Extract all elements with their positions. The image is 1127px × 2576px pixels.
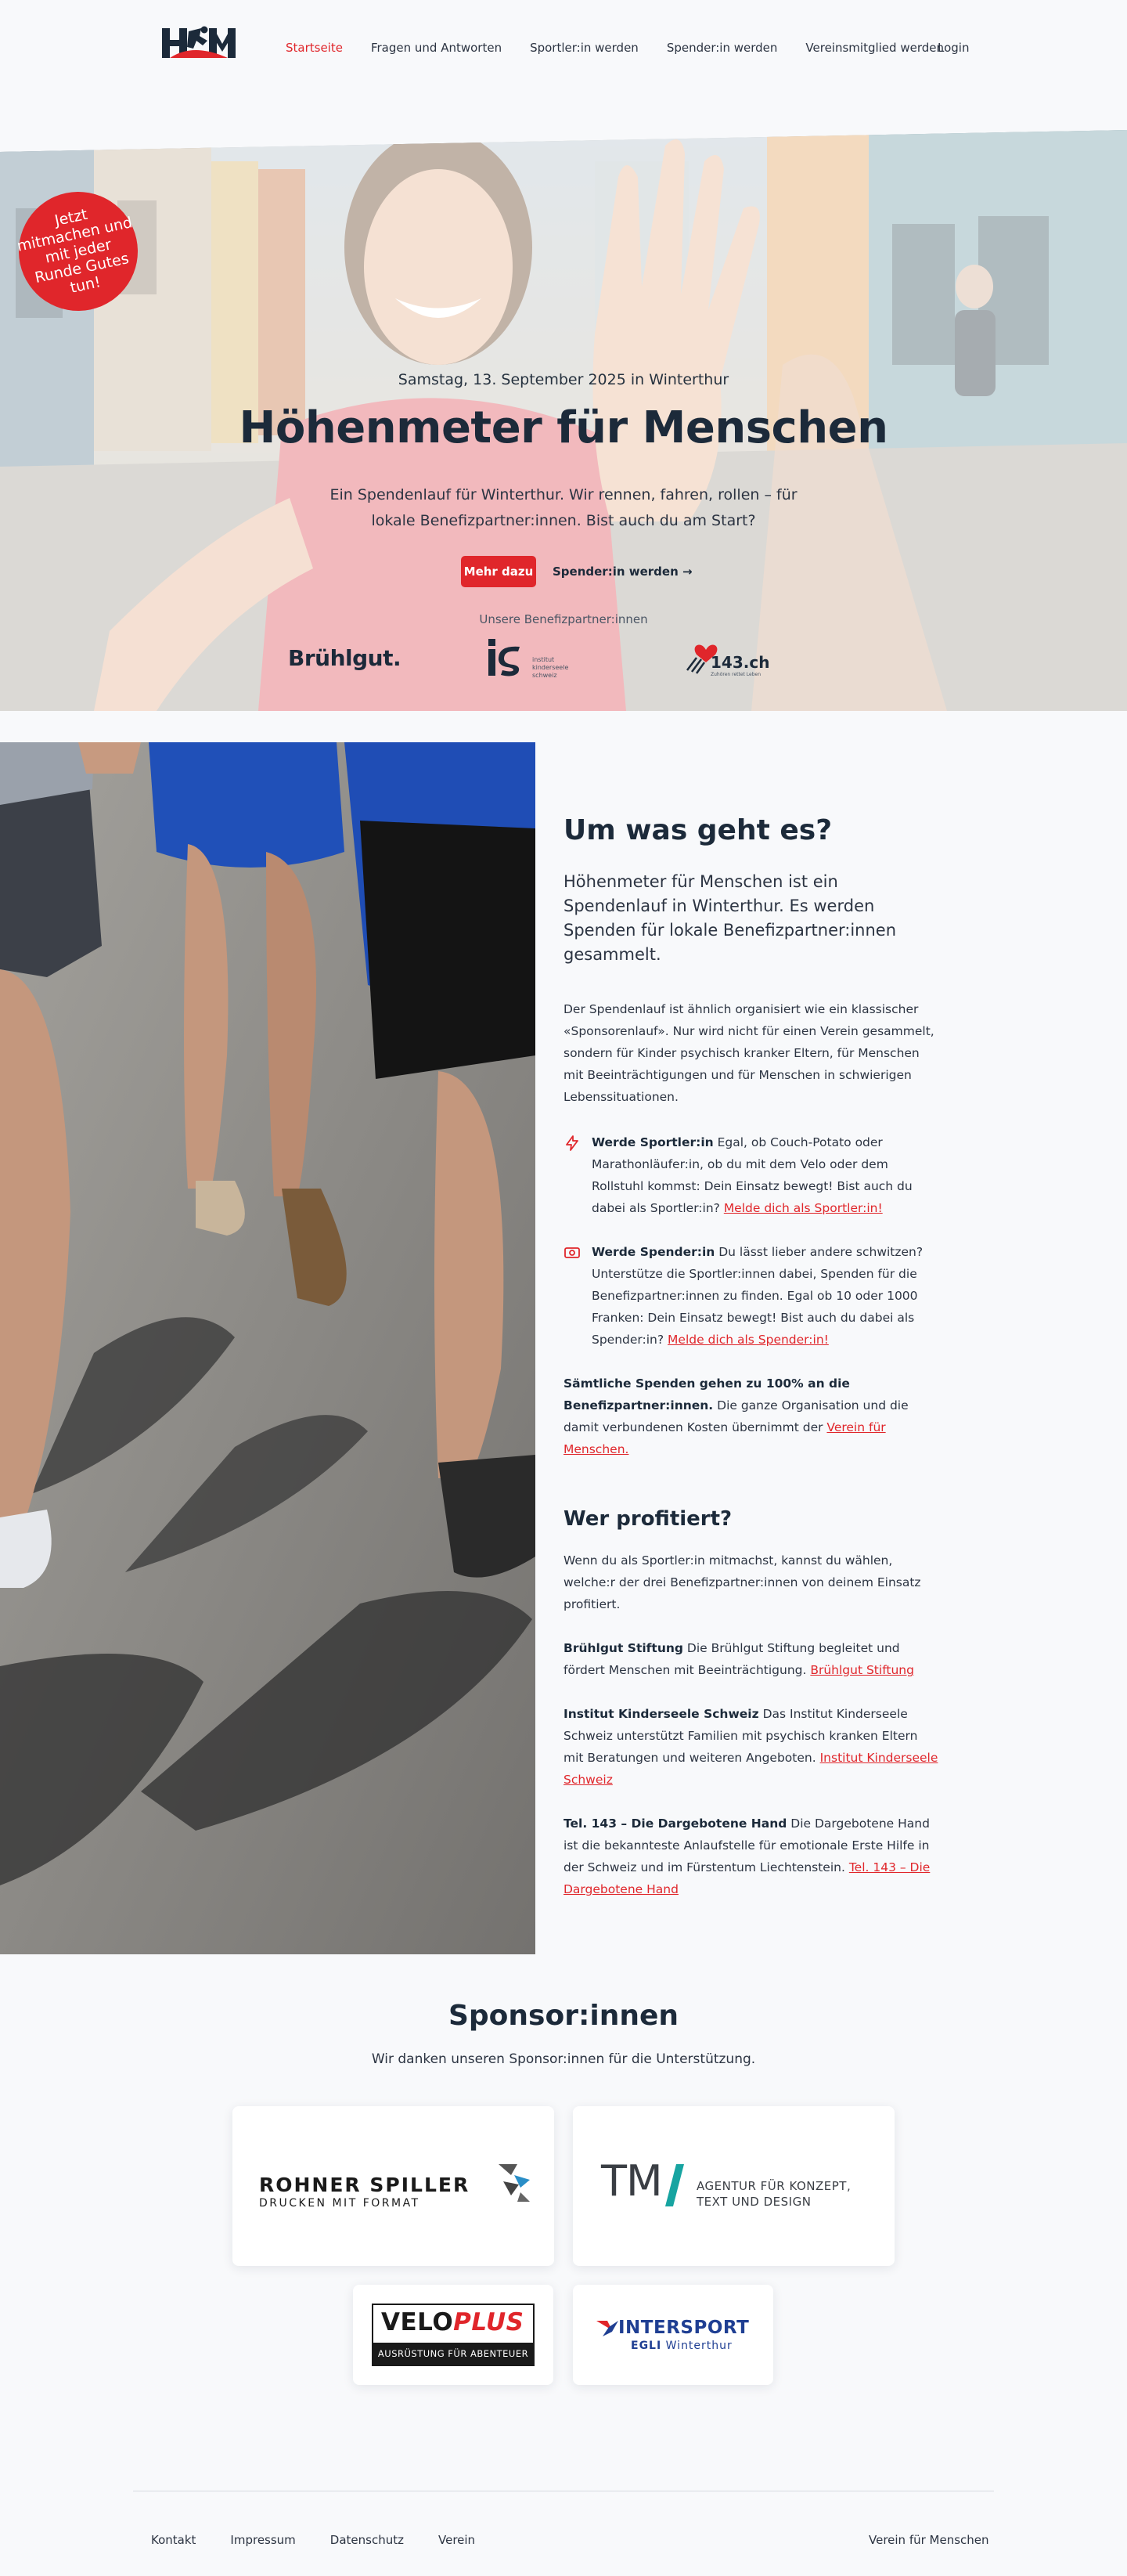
site-logo[interactable] [162, 25, 237, 61]
about-section: Um was geht es? Höhenmeter für Menschen … [564, 814, 939, 1900]
feature-athlete-title: Werde Sportler:in [592, 1135, 714, 1149]
about-lead: Höhenmeter für Menschen ist ein Spendenl… [564, 872, 897, 964]
logo-icon [162, 26, 236, 58]
tel143-tagline: Zuhören rettet Leben [711, 672, 762, 677]
hero-section: Samstag, 13. September 2025 in Winterthu… [0, 130, 1127, 711]
partner-logo-kinderseele[interactable]: institut kinderseele schweiz [487, 637, 573, 684]
login-link[interactable]: Login [938, 41, 969, 55]
partner-143: Tel. 143 – Die Dargebotene Hand Die Darg… [564, 1813, 939, 1900]
partner-bruehlgut-title: Brühlgut Stiftung [564, 1641, 683, 1655]
intersport-sub-b: Winterthur [661, 2340, 733, 2352]
veloplus-velo: VELO [381, 2308, 454, 2336]
lightning-icon [566, 1135, 578, 1151]
partner-kinderseele: Institut Kinderseele Schweiz Das Institu… [564, 1703, 939, 1791]
feature-athlete: Werde Sportler:in Egal, ob Couch-Potato … [564, 1131, 939, 1219]
feature-donor: Werde Spender:in Du lässt lieber andere … [564, 1241, 939, 1351]
intersport-sub: EGLI Winterthur [631, 2340, 733, 2352]
footer-organization-link[interactable]: Verein für Menschen [869, 2533, 989, 2547]
veloplus-tagline: AUSRÜSTUNG FÜR ABENTEUER [373, 2343, 533, 2365]
donor-signup-link[interactable]: Melde dich als Spender:in! [668, 1333, 829, 1347]
footer-link-verein[interactable]: Verein [438, 2533, 475, 2547]
tm-tagline-line2: TEXT UND DESIGN [697, 2195, 812, 2209]
intersport-name: INTERSPORT [618, 2318, 750, 2338]
benefit-title: Wer profitiert? [564, 1507, 733, 1531]
rohner-logo-icon [499, 2164, 530, 2202]
benefit-intro: Wenn du als Sportler:in mitmachst, kanns… [564, 1553, 921, 1611]
nav-item-startseite[interactable]: Startseite [286, 41, 343, 55]
nav-item-vereinsmitglied[interactable]: Vereinsmitglied werden [805, 41, 944, 55]
tm-tagline: AGENTUR FÜR KONZEPT, TEXT UND DESIGN [697, 2178, 851, 2210]
partners-label: Unsere Benefizpartner:innen [479, 612, 648, 626]
donation-note: Sämtliche Spenden gehen zu 100% an die B… [564, 1373, 939, 1460]
feature-donor-title: Werde Spender:in [592, 1245, 715, 1259]
runners-photo [0, 742, 535, 1954]
nav-item-spender[interactable]: Spender:in werden [667, 41, 778, 55]
sponsors-title: Sponsor:innen [448, 2000, 679, 2032]
sponsor-card-tm[interactable]: TM AGENTUR FÜR KONZEPT, TEXT UND DESIGN [573, 2106, 895, 2266]
veloplus-logo: VELOPLUS AUSRÜSTUNG FÜR ABENTEUER [372, 2304, 535, 2366]
veloplus-plus: PLUS [453, 2308, 524, 2336]
kinderseele-line2: kinderseele [532, 664, 569, 671]
footer-link-datenschutz[interactable]: Datenschutz [330, 2533, 404, 2547]
tm-slash-icon [665, 2164, 684, 2206]
footer-link-impressum[interactable]: Impressum [230, 2533, 295, 2547]
rohner-tagline: DRUCKEN MIT FORMAT [259, 2197, 420, 2210]
main-navigation: Startseite Fragen und Antworten Sportler… [286, 41, 944, 55]
tm-mark: TM [601, 2156, 663, 2206]
footer-navigation: Kontakt Impressum Datenschutz Verein [151, 2533, 475, 2547]
bruehlgut-link[interactable]: Brühlgut Stiftung [810, 1663, 914, 1677]
become-donor-button[interactable]: Spender:in werden → [553, 556, 693, 587]
sponsor-card-veloplus[interactable]: VELOPLUS AUSRÜSTUNG FÜR ABENTEUER [353, 2285, 553, 2385]
intersport-logo-icon [596, 2321, 618, 2336]
about-title: Um was geht es? [564, 814, 833, 846]
hero-description: Ein Spendenlauf für Winterthur. Wir renn… [329, 486, 798, 529]
kinderseele-line3: schweiz [532, 672, 557, 679]
intersport-sub-a: EGLI [631, 2340, 662, 2352]
event-date: Samstag, 13. September 2025 in Winterthu… [398, 371, 729, 388]
more-button[interactable]: Mehr dazu [461, 556, 536, 587]
hero-title: Höhenmeter für Menschen [239, 402, 888, 453]
tm-tagline-line1: AGENTUR FÜR KONZEPT, [697, 2179, 852, 2193]
partner-logo-143[interactable]: 143.ch Zuhören rettet Leben [684, 639, 769, 680]
sponsors-subtitle: Wir danken unseren Sponsor:innen für die… [371, 2051, 756, 2067]
athlete-signup-link[interactable]: Melde dich als Sportler:in! [724, 1201, 883, 1215]
partner-logo-bruehlgut[interactable]: Brühlgut. [288, 645, 401, 671]
nav-item-sportler[interactable]: Sportler:in werden [530, 41, 639, 55]
site-header: Startseite Fragen und Antworten Sportler… [0, 0, 1127, 102]
kinderseele-line1: institut [532, 656, 555, 663]
runners-legs-image [0, 742, 535, 1954]
partner-bruehlgut: Brühlgut Stiftung Die Brühlgut Stiftung … [564, 1637, 939, 1681]
sponsor-card-intersport[interactable]: INTERSPORT EGLI Winterthur [573, 2285, 773, 2385]
rohner-name: ROHNER SPILLER [259, 2174, 470, 2196]
partner-143-title: Tel. 143 – Die Dargebotene Hand [564, 1817, 787, 1831]
tel143-name: 143.ch [711, 653, 770, 672]
partner-kinderseele-title: Institut Kinderseele Schweiz [564, 1707, 759, 1721]
sponsor-card-rohner[interactable]: ROHNER SPILLER DRUCKEN MIT FORMAT [232, 2106, 554, 2266]
nav-item-faq[interactable]: Fragen und Antworten [371, 41, 502, 55]
footer-link-kontakt[interactable]: Kontakt [151, 2533, 196, 2547]
feature-donor-text: Du lässt lieber andere schwitzen? Unters… [592, 1245, 924, 1347]
banknote-icon [564, 1247, 580, 1258]
about-intro: Der Spendenlauf ist ähnlich organisiert … [564, 1002, 934, 1104]
